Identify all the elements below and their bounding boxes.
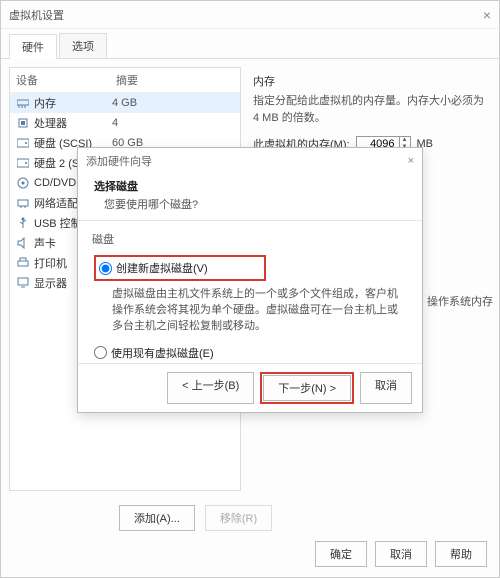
add-remove-row: 添加(A)... 移除(R) — [119, 505, 272, 531]
hw-summary: 4 — [112, 117, 234, 129]
printer-icon — [16, 257, 30, 269]
wizard-subheading: 您要使用哪个磁盘? — [94, 196, 406, 212]
next-button-highlight: 下一步(N) > — [260, 372, 354, 404]
hw-row-memory[interactable]: 内存 4 GB — [10, 93, 240, 113]
memory-icon — [16, 97, 30, 109]
spinner-up-icon[interactable]: ▲ — [400, 137, 410, 144]
opt2-label: 使用现有虚拟磁盘(E) — [111, 345, 214, 361]
next-button[interactable]: 下一步(N) > — [263, 375, 351, 401]
hw-summary: 4 GB — [112, 97, 234, 109]
vm-settings-window: 虚拟机设置 × 硬件 选项 设备 摘要 内存4 GB处理器4硬盘 (SCSI)6… — [0, 0, 500, 578]
wizard-title: 添加硬件向导 — [86, 153, 152, 169]
wizard-cancel-button[interactable]: 取消 — [360, 372, 412, 404]
tab-hardware[interactable]: 硬件 — [9, 34, 57, 59]
col-summary: 摘要 — [116, 72, 138, 88]
wizard-heading: 选择磁盘 — [94, 178, 406, 194]
col-device: 设备 — [16, 72, 116, 88]
opt1-desc: 虚拟磁盘由主机文件系统上的一个或多个文件组成，客户机操作系统会将其视为单个硬盘。… — [112, 287, 408, 335]
disk-icon — [16, 157, 30, 169]
truncated-os-memory-label: 操作系统内存 — [427, 293, 493, 309]
cpu-icon — [16, 117, 30, 129]
sound-icon — [16, 237, 30, 249]
window-title: 虚拟机设置 — [9, 7, 64, 23]
opt-create-new-disk[interactable]: 创建新虚拟磁盘(V) — [94, 255, 266, 281]
hw-name: 内存 — [34, 95, 56, 111]
cancel-button[interactable]: 取消 — [375, 541, 427, 567]
hw-name: 处理器 — [34, 115, 67, 131]
add-hardware-button[interactable]: 添加(A)... — [119, 505, 195, 531]
hw-name: 显示器 — [34, 275, 67, 291]
disk-icon — [16, 137, 30, 149]
titlebar: 虚拟机设置 × — [1, 1, 499, 29]
close-icon[interactable]: × — [483, 7, 491, 23]
wizard-body: 磁盘 创建新虚拟磁盘(V) 虚拟磁盘由主机文件系统上的一个或多个文件组成，客户机… — [78, 221, 422, 363]
tab-strip: 硬件 选项 — [1, 29, 499, 59]
wizard-footer: < 上一步(B) 下一步(N) > 取消 — [78, 363, 422, 412]
hw-row-cpu[interactable]: 处理器 4 — [10, 113, 240, 133]
disk-section-label: 磁盘 — [92, 231, 408, 247]
footer-buttons: 确定 取消 帮助 — [315, 541, 487, 567]
remove-hardware-button: 移除(R) — [205, 505, 272, 531]
opt-use-existing-disk[interactable]: 使用现有虚拟磁盘(E) — [94, 345, 408, 361]
radio-use-existing[interactable] — [94, 346, 107, 359]
usb-icon — [16, 217, 30, 229]
radio-create-new[interactable] — [99, 262, 112, 275]
back-button[interactable]: < 上一步(B) — [167, 372, 254, 404]
help-button[interactable]: 帮助 — [435, 541, 487, 567]
wizard-close-icon[interactable]: × — [408, 155, 414, 167]
hw-name: 声卡 — [34, 235, 56, 251]
add-hardware-wizard: 添加硬件向导 × 选择磁盘 您要使用哪个磁盘? 磁盘 创建新虚拟磁盘(V) 虚拟… — [77, 147, 423, 413]
display-icon — [16, 277, 30, 289]
wizard-header: 选择磁盘 您要使用哪个磁盘? — [78, 174, 422, 221]
net-icon — [16, 197, 30, 209]
tab-options[interactable]: 选项 — [59, 33, 107, 58]
hw-list-header: 设备 摘要 — [10, 68, 240, 93]
wizard-titlebar: 添加硬件向导 × — [78, 148, 422, 174]
opt1-label: 创建新虚拟磁盘(V) — [116, 260, 208, 276]
memory-title: 内存 — [253, 73, 487, 89]
memory-desc: 指定分配给此虚拟机的内存量。内存大小必须为 4 MB 的倍数。 — [253, 93, 487, 126]
cd-icon — [16, 177, 30, 189]
ok-button[interactable]: 确定 — [315, 541, 367, 567]
hw-name: 打印机 — [34, 255, 67, 271]
